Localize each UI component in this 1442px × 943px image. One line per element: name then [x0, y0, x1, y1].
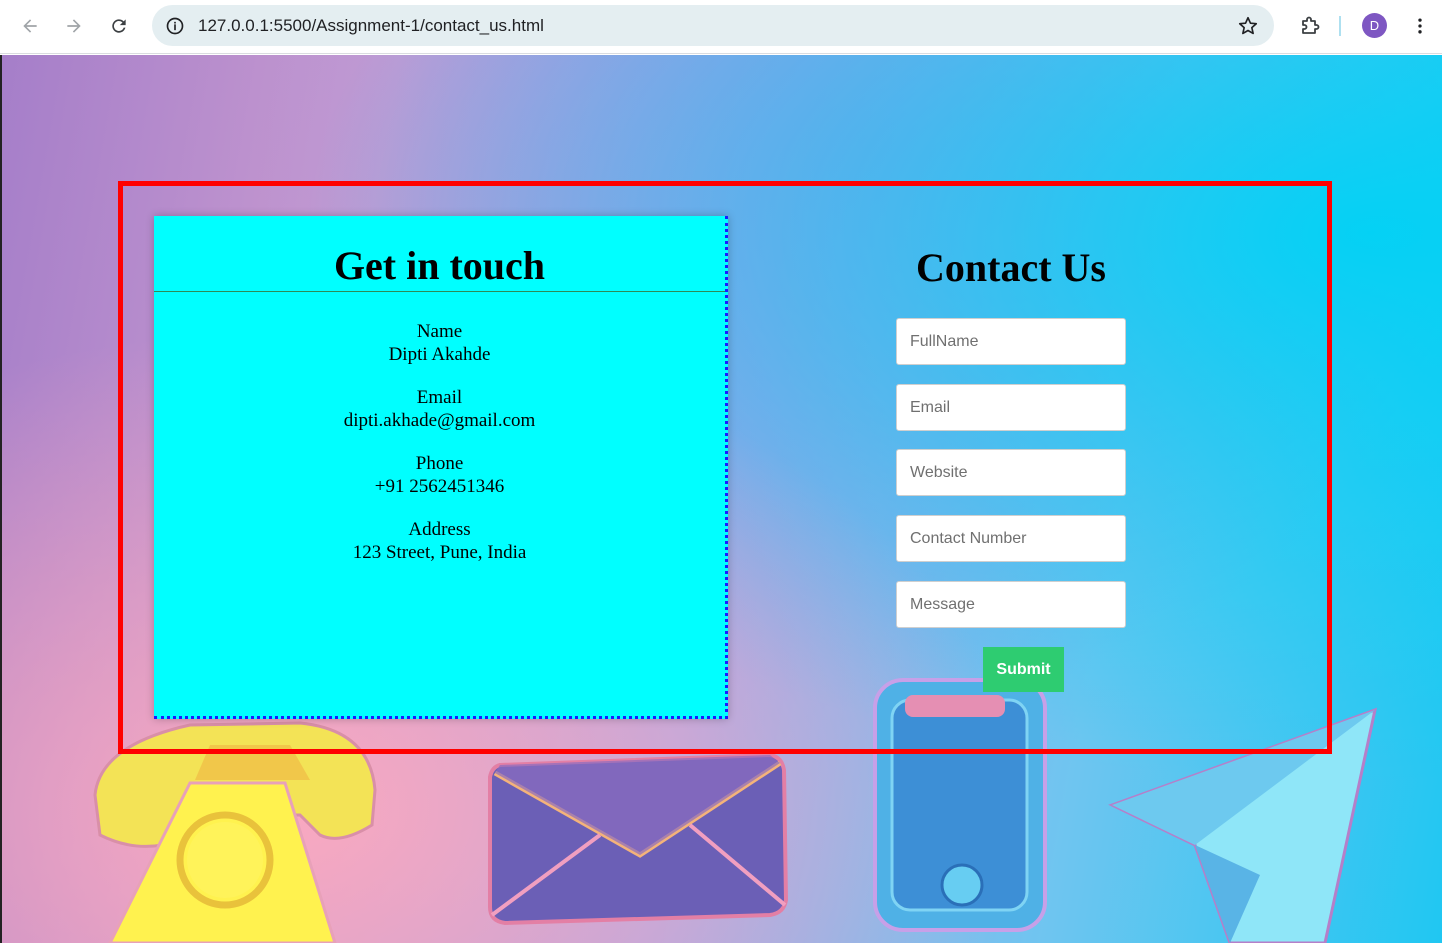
bookmark-button[interactable] — [1236, 14, 1260, 38]
email-input[interactable] — [896, 384, 1126, 431]
contact-number-input[interactable] — [896, 515, 1126, 562]
window-edge — [0, 55, 2, 943]
address-info: Address 123 Street, Pune, India — [154, 518, 725, 564]
phone-info: Phone +91 2562451346 — [154, 452, 725, 498]
forward-button[interactable] — [58, 10, 90, 42]
toolbar-divider — [1339, 16, 1341, 36]
url-text[interactable]: 127.0.0.1:5500/Assignment-1/contact_us.h… — [198, 16, 544, 36]
get-in-touch-card: Get in touch Name Dipti Akahde Email dip… — [154, 216, 728, 719]
profile-avatar[interactable]: D — [1362, 13, 1387, 38]
email-info: Email dipti.akhade@gmail.com — [154, 386, 725, 432]
name-value: Dipti Akahde — [388, 344, 491, 365]
email-value: dipti.akhade@gmail.com — [343, 410, 536, 431]
card-divider — [154, 291, 725, 292]
address-bar[interactable]: 127.0.0.1:5500/Assignment-1/contact_us.h… — [152, 5, 1274, 46]
reload-button[interactable] — [103, 10, 135, 42]
phone-value: +91 2562451346 — [374, 476, 505, 497]
bookmark-star-icon — [1238, 16, 1258, 35]
reload-icon — [112, 19, 126, 33]
extensions-button[interactable] — [1294, 10, 1326, 42]
extensions-puzzle-icon — [1302, 16, 1320, 34]
address-label: Address — [408, 519, 471, 540]
website-input[interactable] — [896, 449, 1126, 496]
browser-menu-button[interactable] — [1404, 10, 1436, 42]
message-input[interactable] — [896, 581, 1126, 628]
site-info-button[interactable] — [160, 11, 190, 41]
name-info: Name Dipti Akahde — [154, 320, 725, 366]
address-value: 123 Street, Pune, India — [352, 542, 527, 563]
fullname-input[interactable] — [896, 318, 1126, 365]
form-title: Contact Us — [916, 245, 1106, 290]
forward-arrow-icon — [67, 19, 81, 33]
back-button[interactable] — [14, 10, 46, 42]
more-vert-icon — [1418, 18, 1422, 34]
name-label: Name — [416, 321, 463, 342]
phone-label: Phone — [415, 453, 464, 474]
back-arrow-icon — [23, 19, 37, 33]
card-title: Get in touch — [333, 243, 546, 288]
telephone-illustration — [93, 721, 377, 943]
browser-toolbar: 127.0.0.1:5500/Assignment-1/contact_us.h… — [0, 0, 1442, 54]
site-info-icon — [166, 17, 184, 35]
email-label: Email — [416, 387, 463, 408]
submit-button[interactable]: Submit — [983, 647, 1064, 692]
envelope-illustration — [488, 752, 789, 926]
